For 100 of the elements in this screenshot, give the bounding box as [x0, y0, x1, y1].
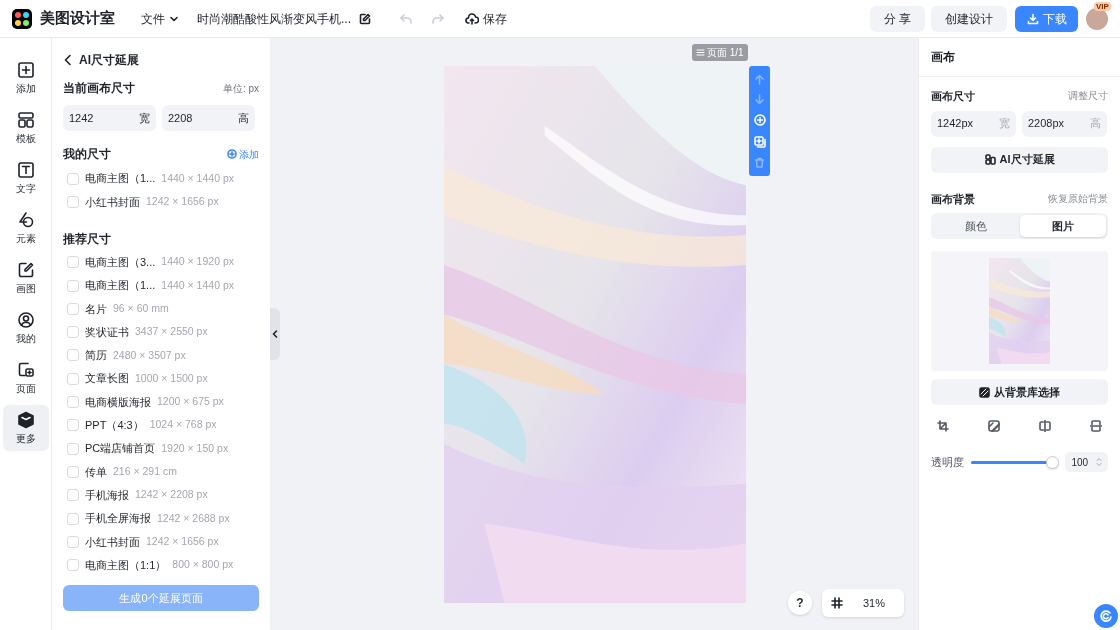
sidebar-item[interactable]: 元素 — [2, 205, 49, 251]
sidebar-item[interactable]: 画图 — [2, 255, 49, 301]
size-name: 电商主图（1:1） — [85, 557, 167, 573]
create-design-button[interactable]: 创建设计 — [931, 5, 1007, 32]
duplicate-icon[interactable] — [753, 135, 766, 148]
restore-background-link[interactable]: 恢复原始背景 — [1048, 191, 1108, 206]
size-name: PPT（4:3） — [85, 418, 144, 434]
checkbox[interactable] — [67, 326, 79, 339]
back-button[interactable]: AI尺寸延展 — [63, 51, 259, 69]
download-icon — [1026, 12, 1039, 25]
checkbox[interactable] — [67, 195, 79, 208]
size-name: PC端店铺首页 — [85, 441, 156, 457]
app-name: 美图设计室 — [40, 8, 115, 29]
size-dimensions: 1242 × 1656 px — [146, 194, 219, 210]
zoom-level[interactable]: 31% — [863, 594, 886, 612]
plus-circle-icon — [227, 149, 237, 159]
background-library-button[interactable]: 从背景库选择 — [931, 379, 1108, 405]
sidebar-item[interactable]: 我的 — [2, 305, 49, 351]
template-icon — [16, 110, 35, 129]
checkbox[interactable] — [67, 302, 79, 315]
add-icon — [16, 60, 35, 79]
more-icon — [16, 410, 35, 429]
collapse-handle[interactable] — [270, 308, 280, 360]
checkbox[interactable] — [67, 465, 79, 478]
size-dimensions: 1200 × 675 px — [157, 394, 224, 410]
tab[interactable]: 颜色 — [933, 215, 1020, 237]
file-menu[interactable]: 文件 — [141, 9, 179, 28]
stepper-icon — [1096, 457, 1102, 467]
slider-thumb[interactable] — [1046, 455, 1060, 469]
size-dimensions: 216 × 291 cm — [113, 464, 177, 480]
size-name: 手机全屏海报 — [85, 511, 151, 527]
checkbox[interactable] — [67, 559, 79, 572]
text-icon — [16, 160, 35, 179]
size-field[interactable]: 1242 宽 — [63, 105, 156, 131]
size-name: 奖状证书 — [85, 324, 129, 340]
opacity-label: 透明度 — [931, 454, 965, 470]
size-name: 传单 — [85, 464, 107, 480]
section-title: 当前画布尺寸 — [63, 80, 135, 97]
size-dimensions: 1440 × 1920 px — [161, 254, 234, 270]
size-dimensions: 1242 × 1656 px — [146, 533, 219, 549]
size-name: 名片 — [85, 301, 107, 317]
checkbox[interactable] — [67, 396, 79, 408]
save-button[interactable]: 保存 — [465, 9, 507, 28]
size-name: 电商主图（1... — [85, 171, 156, 187]
add-link[interactable]: 添加 — [227, 146, 259, 162]
size-dimensions: 1000 × 1500 px — [135, 370, 208, 386]
size-dimensions: 1920 × 150 px — [161, 440, 229, 456]
checkbox[interactable] — [67, 535, 79, 548]
checkbox[interactable] — [67, 442, 79, 455]
help-button[interactable]: ? — [788, 591, 812, 615]
page-icon — [16, 360, 35, 379]
sidebar-item[interactable]: 模板 — [2, 105, 49, 151]
size-dimensions: 1024 × 768 px — [149, 417, 217, 433]
vip-badge: VIP — [1094, 1, 1111, 11]
logo-icon — [12, 8, 32, 29]
sidebar-item[interactable]: 文字 — [2, 155, 49, 201]
size-dimensions: 96 × 60 mm — [113, 300, 169, 316]
checkbox[interactable] — [67, 349, 79, 362]
grid-icon[interactable] — [831, 597, 843, 609]
avatar[interactable] — [1086, 7, 1108, 30]
mine-icon — [16, 310, 35, 329]
checkbox[interactable] — [67, 419, 79, 432]
size-name: 电商主图（3... — [85, 255, 156, 270]
flip-horizontal-icon[interactable] — [1039, 420, 1051, 432]
tab[interactable]: 图片 — [1019, 215, 1106, 237]
size-name: 简历 — [85, 348, 107, 364]
checkbox[interactable] — [67, 256, 79, 269]
size-field[interactable]: 2208 高 — [162, 105, 255, 131]
assistant-button[interactable] — [1094, 604, 1118, 628]
checkbox[interactable] — [67, 279, 79, 292]
size-dimensions: 1440 × 1440 px — [161, 170, 234, 186]
checkbox[interactable] — [67, 172, 79, 185]
adjust-size-link[interactable]: 调整尺寸 — [1068, 89, 1108, 104]
number-field[interactable]: 100 — [1065, 452, 1108, 472]
section-title: 推荐尺寸 — [63, 230, 112, 248]
chevron-left-icon — [63, 54, 73, 66]
spiral-icon — [1099, 609, 1113, 623]
undo-icon[interactable] — [399, 11, 413, 26]
redo-icon[interactable] — [431, 11, 445, 26]
size-field[interactable]: 2208px 高 — [1022, 110, 1107, 137]
crop-icon[interactable] — [937, 420, 949, 432]
size-name: 小红书封面 — [85, 534, 140, 550]
flip-vertical-icon[interactable] — [1090, 420, 1102, 432]
ai-resize-button[interactable]: AI尺寸延展 — [931, 146, 1108, 173]
slider[interactable] — [971, 455, 1056, 469]
edit-icon[interactable] — [359, 12, 371, 25]
size-name: 手机海报 — [85, 487, 129, 503]
checkbox[interactable] — [67, 372, 79, 385]
size-name: 小红书封面 — [85, 194, 140, 210]
checkbox[interactable] — [67, 512, 79, 525]
sidebar-item[interactable]: 添加 — [2, 55, 49, 101]
share-button[interactable]: 分 享 — [869, 5, 925, 32]
size-dimensions: 1242 × 2688 px — [157, 510, 230, 526]
checkbox[interactable] — [67, 489, 79, 502]
sidebar-item[interactable]: 页面 — [2, 355, 49, 401]
plus-circle-icon[interactable] — [753, 114, 766, 127]
section-title: 我的尺寸 — [63, 146, 111, 163]
size-dimensions: 800 × 800 px — [172, 557, 234, 573]
size-field[interactable]: 1242px 宽 — [931, 110, 1016, 137]
sidebar-item[interactable]: 更多 — [2, 405, 49, 451]
